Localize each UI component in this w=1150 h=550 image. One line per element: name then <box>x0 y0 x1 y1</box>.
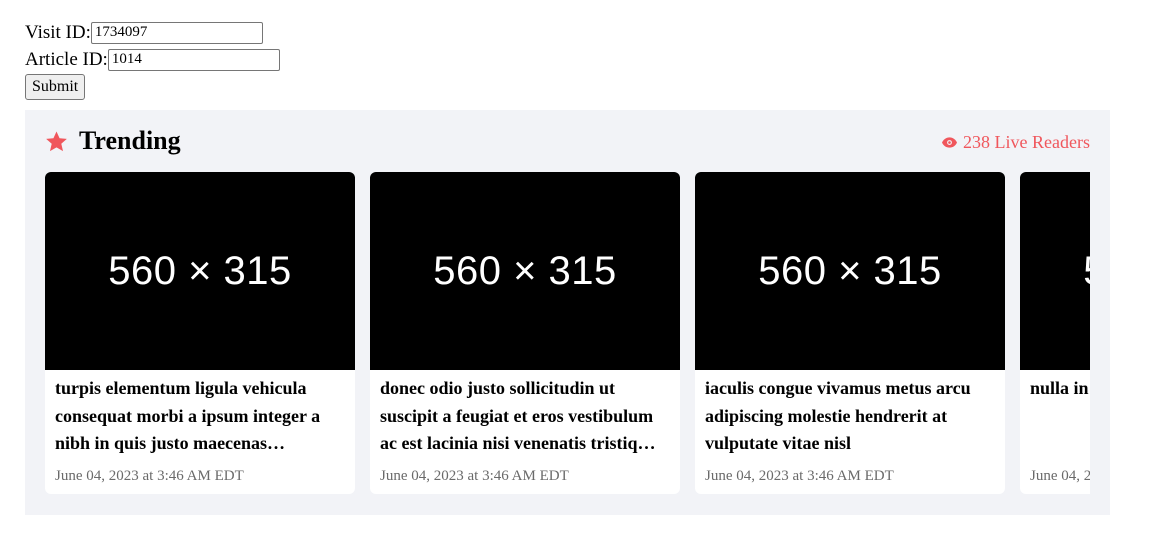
article-id-row: Article ID: <box>25 46 280 73</box>
eye-icon <box>942 137 958 148</box>
live-readers: 238 Live Readers <box>942 132 1090 153</box>
carousel-track: 560 × 315 turpis elementum ligula vehicu… <box>45 172 1090 494</box>
article-thumbnail[interactable]: 560 × 315 <box>45 172 355 370</box>
submit-button[interactable]: Submit <box>25 74 86 100</box>
article-date: June 04, 2023 at 3:46 AM EDT <box>55 468 244 484</box>
trending-header: Trending 238 Live Readers <box>45 126 1090 156</box>
article-headline[interactable]: nulla in tincidunt morbi p <box>1020 370 1090 458</box>
live-readers-count: 238 Live Readers <box>963 132 1090 152</box>
article-date: June 04, 2023 at 3:46 AM EDT <box>380 468 569 484</box>
visit-form: Visit ID: Article ID: Submit <box>25 19 280 100</box>
visit-id-input[interactable] <box>90 21 263 44</box>
article-headline[interactable]: donec odio justo sollicitudin ut suscipi… <box>370 370 680 458</box>
article-card[interactable]: 560 × 315 turpis elementum ligula vehicu… <box>45 172 355 494</box>
article-card[interactable]: 560 × 315 iaculis congue vivamus metus a… <box>695 172 1005 494</box>
visit-id-row: Visit ID: <box>25 19 280 46</box>
article-date: June 04, 2023 at 3:46 AM EDT <box>705 468 894 484</box>
article-thumbnail[interactable]: 560 × 315 <box>1020 172 1090 370</box>
article-card[interactable]: 560 × 315 nulla in tincidunt morbi p Jun… <box>1020 172 1090 494</box>
article-headline[interactable]: turpis elementum ligula vehicula consequ… <box>45 370 355 458</box>
article-headline[interactable]: iaculis congue vivamus metus arcu adipis… <box>695 370 1005 458</box>
trending-panel: Trending 238 Live Readers 560 × 315 turp… <box>25 110 1110 515</box>
article-id-input[interactable] <box>107 48 280 71</box>
visit-id-label: Visit ID: <box>25 21 91 43</box>
trending-title: Trending <box>79 126 181 155</box>
trending-carousel[interactable]: 560 × 315 turpis elementum ligula vehicu… <box>45 172 1090 494</box>
article-thumbnail[interactable]: 560 × 315 <box>695 172 1005 370</box>
article-date: June 04, 2023 at 3:46 AM EDT <box>1030 468 1090 484</box>
star-icon <box>46 131 67 152</box>
article-thumbnail[interactable]: 560 × 315 <box>370 172 680 370</box>
article-card[interactable]: 560 × 315 donec odio justo sollicitudin … <box>370 172 680 494</box>
article-id-label: Article ID: <box>25 48 108 70</box>
